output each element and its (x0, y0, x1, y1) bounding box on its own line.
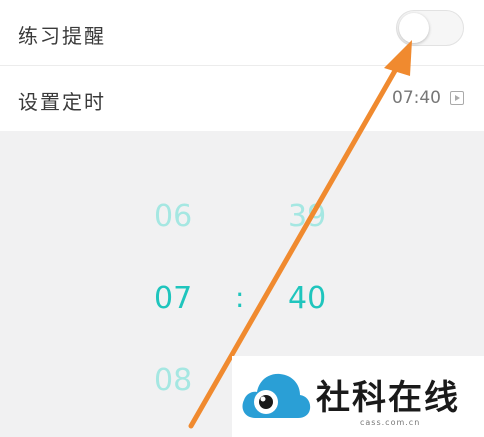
watermark: 社科在线 cass.com.cn (232, 356, 484, 437)
annotation-arrow-head (384, 40, 412, 76)
watermark-brand: 社科在线 (316, 378, 460, 418)
watermark-domain: cass.com.cn (360, 418, 421, 427)
cloud-logo-icon (242, 373, 311, 418)
